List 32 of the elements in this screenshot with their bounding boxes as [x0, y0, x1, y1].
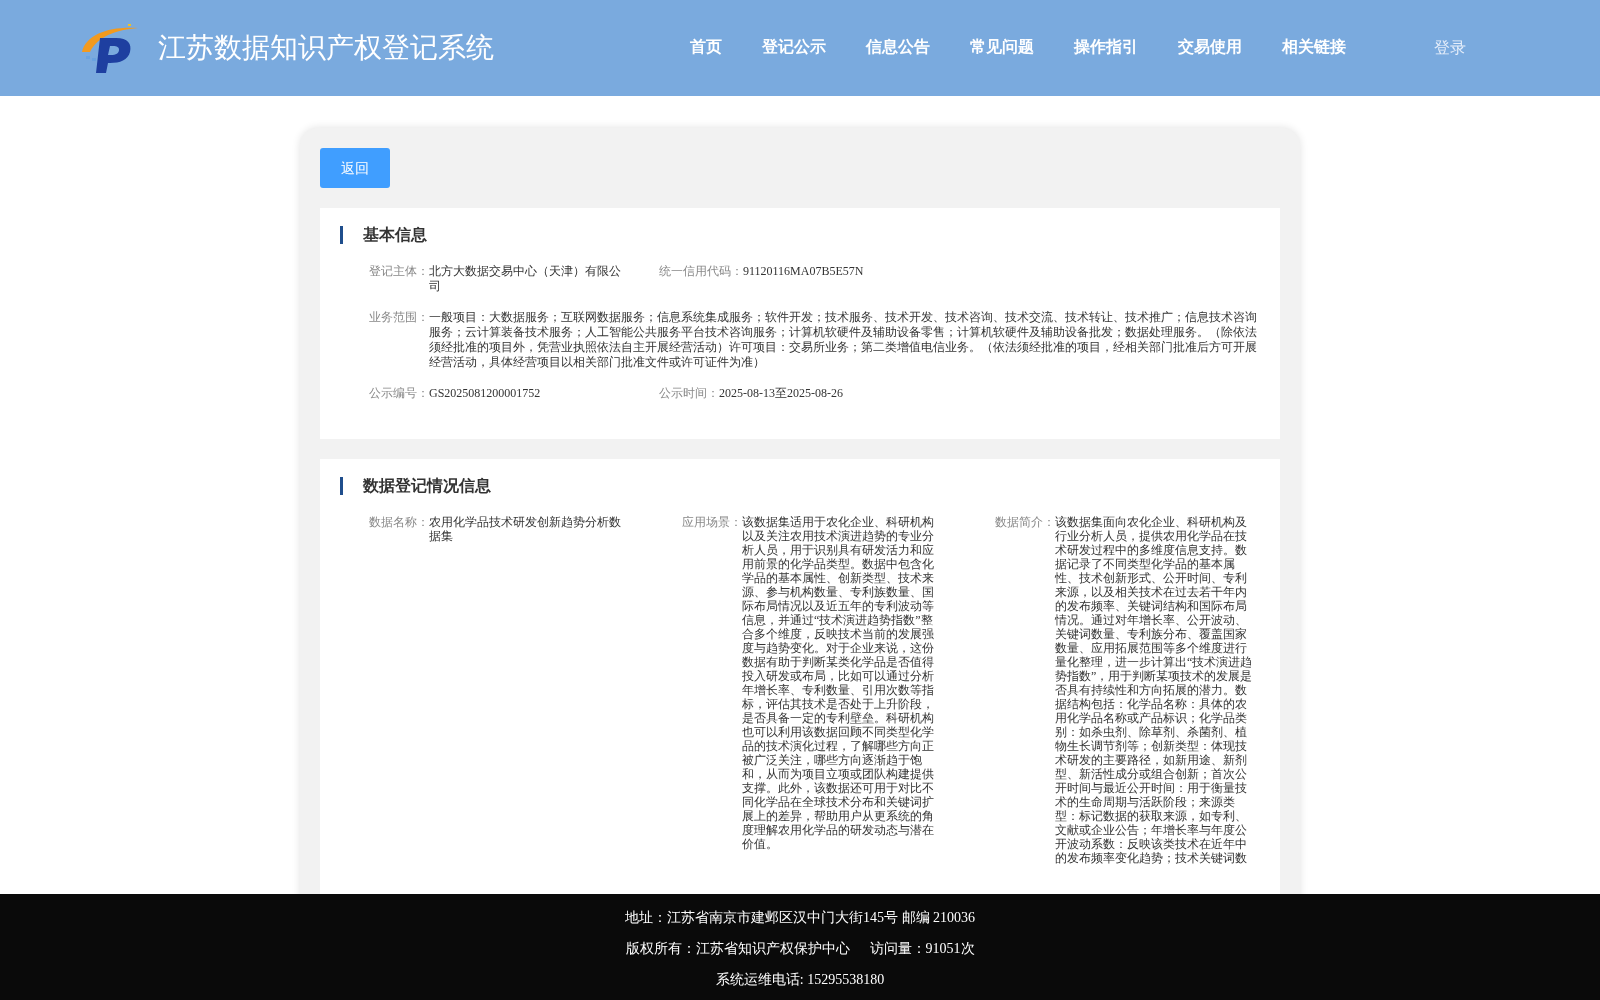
- nav-link[interactable]: 登记公示: [762, 31, 826, 65]
- field-label: 业务范围：: [369, 310, 429, 325]
- footer-text: 版权所有：江苏省知识产权保护中心: [625, 940, 850, 958]
- field-label: 公示编号：: [369, 386, 429, 401]
- field-value: GS2025081200001752: [429, 386, 542, 401]
- site-title: 江苏数据知识产权登记系统: [158, 31, 494, 65]
- field-label: 数据简介：: [995, 515, 1055, 530]
- back-button[interactable]: 返回: [320, 148, 390, 188]
- footer-text: 访问量：91051次: [869, 940, 975, 958]
- field-value: 该数据集适用于农化企业、科研机构以及关注农用技术演进趋势的专业分析人员，用于识别具有研发活力和应用前景的化学品类型。数据中包含化学品的基本属性、创新类型、技术来源、参与机构数量、专利族数量、国际布局情况以及近五年的专利波动等信息，并通过“技术演进趋势指数”整合多个维度，反映技术当前的发展强度与趋势变化。对于企业来说，这份数据有助于判断某类化学品是否值得投入研发或布局，比如可以通过分析年增长率、专利数量、引用次数等指标，评估其技术是否处于上升阶段，是否具备一定的专利壁垒。科研机构也可以利用该数据回顾不同类型化学品的技术演化过程，了解哪些方向正被广泛关注，哪些方向逐渐趋于饱和，从而为项目立项或团队构建提供支撑。此外，该数据还可用于对比不同化学品在全球技术分布和关键词扩展上的差异，帮助用户从更系统的角度理解农用化学品的研发动态与潜在价值。: [742, 515, 935, 851]
- footer-text: 地址：江苏省南京市建邺区汉中门大街145号 邮编 210036: [625, 909, 975, 927]
- nav-link[interactable]: 相关链接: [1282, 31, 1346, 65]
- nav-link[interactable]: 交易使用: [1178, 31, 1242, 65]
- field-label: 登记主体：: [369, 264, 429, 279]
- field-value: 该数据集面向农化企业、科研机构及行业分析人员，提供农用化学品在技术研发过程中的多维度信息支持。数据记录了不同类型化学品的基本属性、技术创新形式、公开时间、专利来源，以及相关技术在过去若干年内的发布频率、关键词结构和国际布局情况。通过对年增长率、公开波动、关键词数量、专利族分布、覆盖国家数量、应用拓展范围等多个维度进行量化整理，进一步计算出“技术演进趋势指数”，用于判断某项技术的发展是否具有持续性和方向拓展的潜力。数据结构包括：化学品名称：具体的农用化学品名称或产品标识；化学品类别：如杀虫剂、除草剂、杀菌剂、植物生长调节剂等；创新类型：体现技术研发的主要路径，如新用途、新剂型、新活性成分或组合创新；首次公开时间与最近公开时间：用于衡量技术的生命周期与活跃阶段；来源类型：标记数据的获取来源，如专利、文献或企业公告；年增长率与年度公开波动系数：反映该类技术在近年中的发布频率变化趋势；技术关键词数: [1055, 515, 1253, 865]
- section-title: 基本信息: [340, 226, 1260, 244]
- field-value: 91120116MA07B5E57N: [743, 264, 865, 279]
- field-value: 2025-08-13至2025-08-26: [719, 386, 844, 401]
- nav-link[interactable]: 信息公告: [866, 31, 930, 65]
- nav-link[interactable]: 首页: [690, 31, 722, 65]
- field-label: 统一信用代码：: [659, 264, 743, 279]
- nav-link[interactable]: 常见问题: [970, 31, 1034, 65]
- login-link[interactable]: 登录: [1434, 36, 1466, 60]
- field-value: 一般项目：大数据服务；互联网数据服务；信息系统集成服务；软件开发；技术服务、技术开发、技术咨询、技术交流、技术转让、技术推广；信息技术咨询服务；云计算装备技术服务；人工智能公共服务平台技术咨询服务；计算机软硬件及辅助设备零售；计算机软硬件及辅助设备批发；数据处理服务。（除依法须经批准的项目外，凭营业执照依法自主开展经营活动）许可项目：交易所业务；第二类增值电信业务。（依法须经批准的项目，经相关部门批准后方可开展经营活动，具体经营项目以相关部门批准文件或许可证件为准）: [429, 310, 1258, 370]
- footer-text: 系统运维电话: 15295538180: [715, 971, 885, 989]
- field-label: 公示时间：: [659, 386, 719, 401]
- field-label: 数据名称：: [369, 515, 429, 530]
- field-label: 应用场景：: [682, 515, 742, 530]
- section-title: 数据登记情况信息: [340, 477, 1260, 495]
- field-value: 北方大数据交易中心（天津）有限公司: [429, 264, 622, 294]
- field-value: 农用化学品技术研发创新趋势分析数据集: [429, 515, 622, 543]
- nav-link[interactable]: 操作指引: [1074, 31, 1138, 65]
